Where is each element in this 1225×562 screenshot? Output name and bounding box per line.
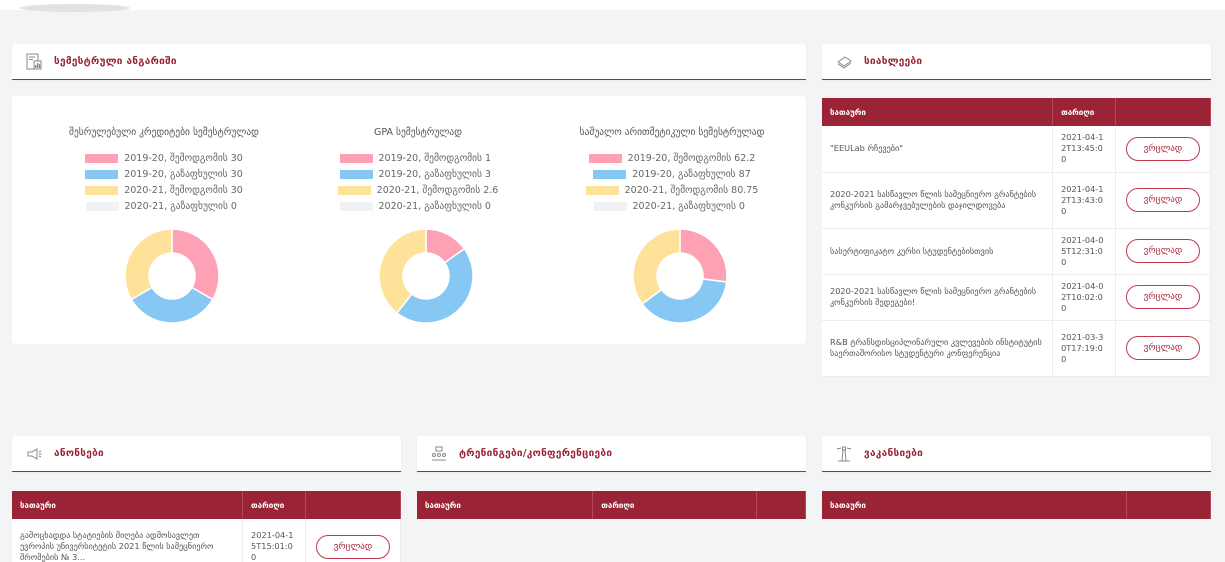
semester-report-header: სემესტრული ანგარიში bbox=[12, 44, 806, 80]
legend-item[interactable]: 2019-20, შემოდგომის 1 bbox=[288, 152, 548, 165]
megaphone-icon bbox=[24, 444, 44, 464]
news-item-date: 2021-03-30T17:19:00 bbox=[1052, 320, 1116, 377]
news-item-title: 2020-2021 სასწავლო წლის სამეცნიერო გრანტ… bbox=[822, 274, 1054, 321]
semester-charts-card: შესრულებული კრედიტები სემესტრულად 2019-2… bbox=[12, 96, 806, 344]
news-item-date: 2021-04-02T10:02:00 bbox=[1052, 274, 1116, 321]
donut-chart bbox=[632, 228, 728, 324]
table-row: გამოცხადდა სტატიების მიღება ადმოსავლეთ ე… bbox=[12, 519, 401, 562]
top-bar-shadow bbox=[20, 4, 130, 12]
donut-chart bbox=[124, 228, 220, 324]
news-header: სიახლეები bbox=[822, 44, 1211, 80]
more-button[interactable]: ვრცლად bbox=[1126, 136, 1200, 161]
chart-legend: 2019-20, შემოდგომის 1 2019-20, გაზაფხული… bbox=[288, 152, 548, 216]
legend-item[interactable]: 2020-21, გაზაფხულის 0 bbox=[288, 200, 548, 213]
chart-title: GPA სემესტრულად bbox=[374, 127, 462, 138]
col-header-action bbox=[1115, 98, 1211, 126]
col-header-title: სათაური bbox=[822, 98, 1054, 126]
chart-average: საშუალო არითმეტიკული სემესტრულად 2019-20… bbox=[542, 96, 802, 344]
col-header-date: თარიღი bbox=[1052, 98, 1116, 126]
newspaper-icon bbox=[834, 52, 854, 72]
col-header-action bbox=[756, 491, 806, 519]
vacancies-table: სათაური bbox=[822, 491, 1211, 519]
announcement-item-title: გამოცხადდა სტატიების მიღება ადმოსავლეთ ე… bbox=[12, 519, 244, 562]
chart-credits: შესრულებული კრედიტები სემესტრულად 2019-2… bbox=[34, 96, 294, 344]
semester-report-title: სემესტრული ანგარიში bbox=[54, 56, 177, 67]
table-row: "EEULab რჩევები" 2021-04-12T13:45:00 ვრც… bbox=[822, 126, 1211, 173]
table-row: სასერტიფიკატო კურსი სტუდენტებისთვის 2021… bbox=[822, 228, 1211, 275]
news-table: სათაური თარიღი "EEULab რჩევები" 2021-04-… bbox=[822, 98, 1211, 377]
vacancies-title: ვაკანსიები bbox=[864, 448, 924, 459]
more-button[interactable]: ვრცლად bbox=[316, 534, 390, 559]
chart-title: შესრულებული კრედიტები სემესტრულად bbox=[69, 127, 259, 138]
legend-item[interactable]: 2020-21, შემოდგომის 80.75 bbox=[542, 184, 802, 197]
legend-item[interactable]: 2019-20, გაზაფხულის 3 bbox=[288, 168, 548, 181]
col-header-date: თარიღი bbox=[242, 491, 306, 519]
news-title: სიახლეები bbox=[864, 56, 923, 67]
news-item-title: სასერტიფიკატო კურსი სტუდენტებისთვის bbox=[822, 228, 1054, 275]
legend-item[interactable]: 2019-20, გაზაფხულის 30 bbox=[34, 168, 294, 181]
legend-item[interactable]: 2019-20, შემოდგომის 30 bbox=[34, 152, 294, 165]
legend-item[interactable]: 2019-20, შემოდგომის 62.2 bbox=[542, 152, 802, 165]
table-row: R&B ტრანსდისციპლინარული კვლევების ინსტიტ… bbox=[822, 320, 1211, 377]
announcements-table: სათაური თარიღი გამოცხადდა სტატიების მიღე… bbox=[12, 491, 401, 562]
table-row: 2020-2021 სასწავლო წლის სამეცნიერო გრანტ… bbox=[822, 172, 1211, 229]
legend-item[interactable]: 2020-21, შემოდგომის 2.6 bbox=[288, 184, 548, 197]
chart-gpa: GPA სემესტრულად 2019-20, შემოდგომის 1 20… bbox=[288, 96, 548, 344]
announcements-header: ანონსები bbox=[12, 436, 401, 472]
news-item-date: 2021-04-12T13:45:00 bbox=[1052, 126, 1116, 173]
top-bar bbox=[0, 0, 1225, 10]
legend-item[interactable]: 2020-21, გაზაფხულის 0 bbox=[34, 200, 294, 213]
col-header-title: სათაური bbox=[12, 491, 244, 519]
donut-slice[interactable] bbox=[124, 228, 173, 301]
news-item-title: "EEULab რჩევები" bbox=[822, 126, 1054, 173]
legend-item[interactable]: 2020-21, შემოდგომის 30 bbox=[34, 184, 294, 197]
more-button[interactable]: ვრცლად bbox=[1126, 336, 1200, 360]
chart-legend: 2019-20, შემოდგომის 62.2 2019-20, გაზაფხ… bbox=[542, 152, 802, 216]
conference-icon bbox=[429, 444, 449, 464]
announcements-title: ანონსები bbox=[54, 448, 104, 459]
legend-item[interactable]: 2019-20, გაზაფხულის 87 bbox=[542, 168, 802, 181]
table-row: 2020-2021 სასწავლო წლის სამეცნიერო გრანტ… bbox=[822, 274, 1211, 321]
donut-chart bbox=[378, 228, 474, 324]
more-button[interactable]: ვრცლად bbox=[1126, 285, 1200, 309]
trainings-table: სათაური თარიღი bbox=[417, 491, 806, 519]
news-item-title: 2020-2021 სასწავლო წლის სამეცნიერო გრანტ… bbox=[822, 172, 1054, 229]
col-header-action bbox=[1126, 491, 1211, 519]
more-button[interactable]: ვრცლად bbox=[1126, 239, 1200, 263]
vacancies-header: ვაკანსიები bbox=[822, 436, 1211, 472]
donut-slice[interactable] bbox=[632, 228, 681, 305]
more-button[interactable]: ვრცლად bbox=[1126, 188, 1200, 212]
chart-legend: 2019-20, შემოდგომის 30 2019-20, გაზაფხულ… bbox=[34, 152, 294, 216]
news-item-date: 2021-04-12T13:43:00 bbox=[1052, 172, 1116, 229]
announcement-item-date: 2021-04-15T15:01:00 bbox=[242, 519, 306, 562]
col-header-title: სათაური bbox=[417, 491, 594, 519]
news-item-date: 2021-04-05T12:31:00 bbox=[1052, 228, 1116, 275]
lighthouse-icon bbox=[834, 444, 854, 464]
chart-title: საშუალო არითმეტიკული სემესტრულად bbox=[579, 127, 765, 138]
news-item-title: R&B ტრანსდისციპლინარული კვლევების ინსტიტ… bbox=[822, 320, 1054, 377]
col-header-date: თარიღი bbox=[592, 491, 758, 519]
trainings-title: ტრენინგები/კონფერენციები bbox=[459, 448, 613, 459]
col-header-action bbox=[305, 491, 401, 519]
col-header-title: სათაური bbox=[822, 491, 1128, 519]
trainings-header: ტრენინგები/კონფერენციები bbox=[417, 436, 806, 472]
legend-item[interactable]: 2020-21, გაზაფხულის 0 bbox=[542, 200, 802, 213]
report-chart-icon bbox=[24, 52, 44, 72]
donut-slice[interactable] bbox=[679, 228, 728, 283]
